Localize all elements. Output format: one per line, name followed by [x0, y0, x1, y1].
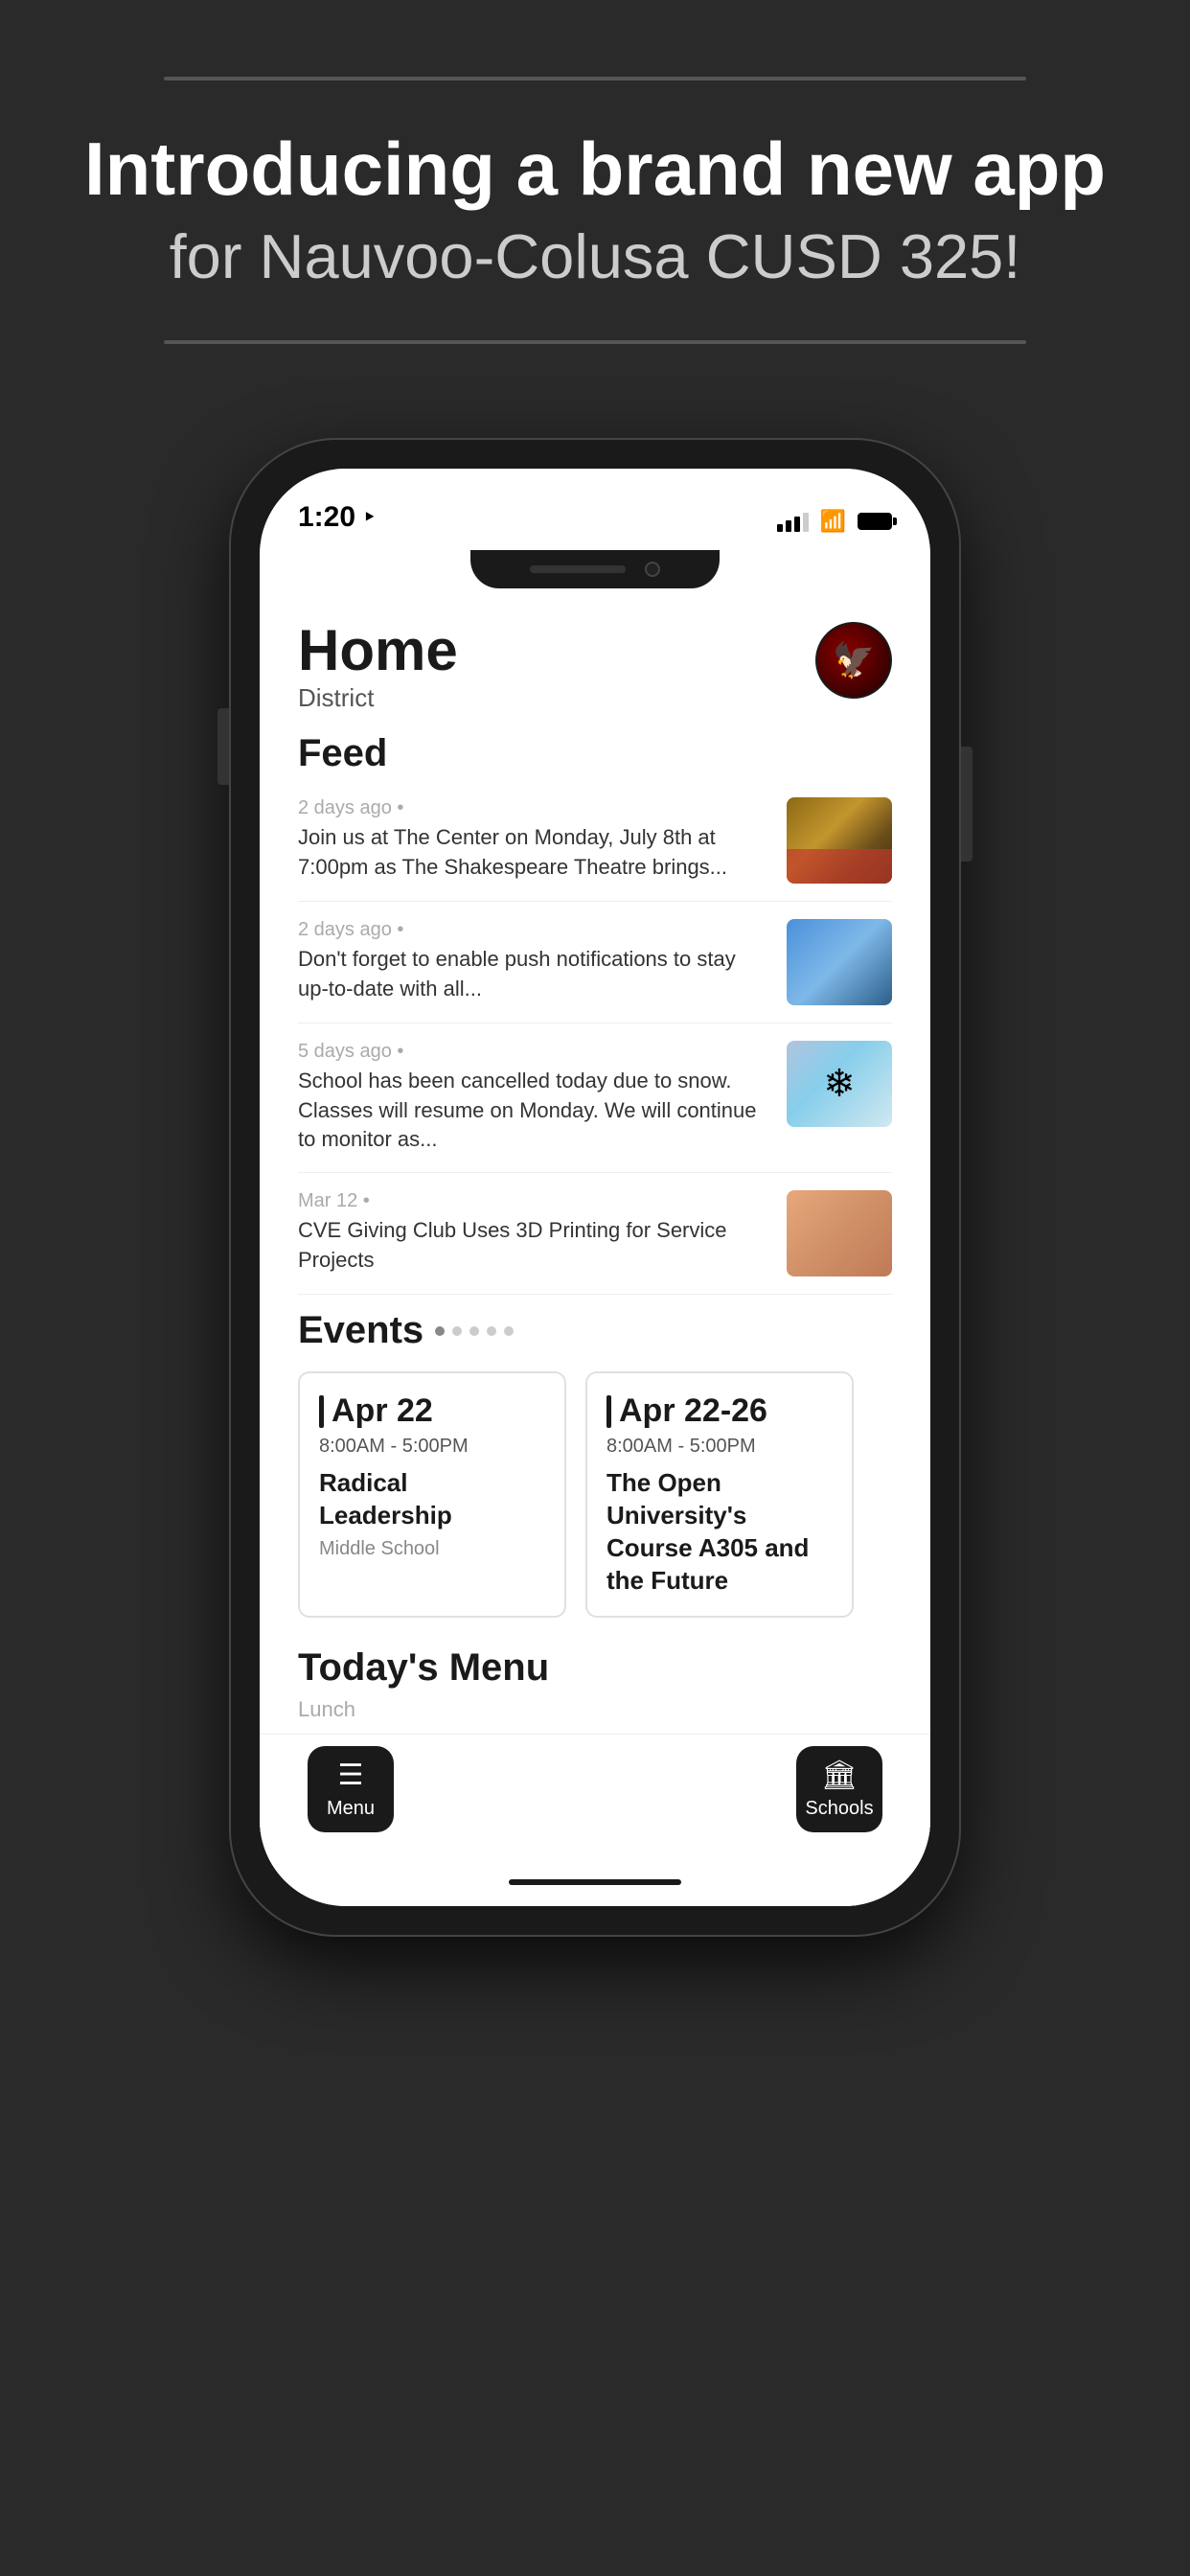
app-subtitle: District	[298, 683, 458, 713]
feed-text-3: 5 days ago • School has been cancelled t…	[298, 1041, 767, 1155]
phone-outer: 1:20 ‣ 📶	[231, 440, 959, 1935]
events-cards: Apr 22 8:00AM - 5:00PM Radical Leadershi…	[260, 1362, 930, 1637]
feed-text-1: 2 days ago • Join us at The Center on Mo…	[298, 797, 767, 883]
schools-nav-button[interactable]: 🏛 Schools	[796, 1746, 882, 1832]
avatar-image: 🦅	[817, 624, 890, 697]
event-date-bar-1	[319, 1395, 324, 1428]
app-title: Home	[298, 622, 458, 679]
signal-bar-1	[777, 524, 783, 532]
home-bar	[509, 1879, 681, 1885]
header-section: Introducing a brand new app for Nauvoo-C…	[0, 0, 1190, 382]
theatre-seats	[787, 849, 892, 884]
schools-icon: 🏛	[821, 1759, 858, 1792]
top-divider	[164, 77, 1026, 80]
avatar[interactable]: 🦅	[815, 622, 892, 699]
event-date-1: Apr 22	[319, 1392, 545, 1430]
feed-timestamp-4: Mar 12 •	[298, 1190, 767, 1212]
events-section-label: Events	[298, 1309, 423, 1352]
event-card-2[interactable]: Apr 22-26 8:00AM - 5:00PM The Open Unive…	[585, 1371, 854, 1618]
event-date-text-1: Apr 22	[332, 1392, 433, 1430]
event-date-bar-2	[606, 1395, 611, 1428]
location-arrow-icon: ‣	[363, 505, 376, 530]
feed-item-3[interactable]: 5 days ago • School has been cancelled t…	[298, 1024, 892, 1173]
time-display: 1:20	[298, 501, 355, 534]
app-content: Home District 🦅 Feed 2 days ago •	[260, 593, 930, 1906]
menu-section-label: Today's Menu	[298, 1646, 892, 1690]
bottom-divider	[164, 340, 1026, 344]
notch-speaker	[530, 565, 626, 573]
snow-image: ❄	[787, 1041, 892, 1127]
phone-image	[787, 919, 892, 1005]
status-time: 1:20 ‣	[298, 501, 376, 534]
feed-body-3: School has been cancelled today due to s…	[298, 1067, 767, 1155]
dot-4[interactable]	[487, 1326, 496, 1336]
dot-1[interactable]	[435, 1326, 445, 1336]
app-title-block: Home District	[298, 622, 458, 713]
notch-area	[260, 545, 930, 593]
nav-item-menu[interactable]: ☰ Menu	[308, 1746, 394, 1832]
wifi-icon: 📶	[820, 509, 846, 534]
feed-timestamp-1: 2 days ago •	[298, 797, 767, 819]
bottom-nav: ☰ Menu 🏛 Schools	[260, 1734, 930, 1858]
notch	[470, 550, 720, 588]
dot-5[interactable]	[504, 1326, 514, 1336]
feed-list: 2 days ago • Join us at The Center on Mo…	[260, 780, 930, 1295]
headline: Introducing a brand new app	[84, 128, 1106, 211]
menu-icon: ☰	[338, 1759, 364, 1792]
event-location-1: Middle School	[319, 1538, 545, 1560]
signal-bar-3	[794, 517, 800, 532]
feed-timestamp-3: 5 days ago •	[298, 1041, 767, 1063]
dot-3[interactable]	[469, 1326, 479, 1336]
feed-item-1[interactable]: 2 days ago • Join us at The Center on Mo…	[298, 780, 892, 902]
feed-item-4[interactable]: Mar 12 • CVE Giving Club Uses 3D Printin…	[298, 1173, 892, 1295]
art-image	[787, 1190, 892, 1276]
notch-camera	[645, 562, 660, 577]
status-bar: 1:20 ‣ 📶	[260, 469, 930, 545]
feed-thumb-1	[787, 797, 892, 884]
feed-item-2[interactable]: 2 days ago • Don't forget to enable push…	[298, 902, 892, 1024]
feed-text-2: 2 days ago • Don't forget to enable push…	[298, 919, 767, 1004]
event-date-text-2: Apr 22-26	[619, 1392, 767, 1430]
battery-icon	[858, 513, 892, 530]
signal-bar-2	[786, 520, 791, 532]
event-date-2: Apr 22-26	[606, 1392, 833, 1430]
menu-nav-label: Menu	[327, 1798, 375, 1820]
feed-body-1: Join us at The Center on Monday, July 8t…	[298, 823, 767, 883]
feed-text-4: Mar 12 • CVE Giving Club Uses 3D Printin…	[298, 1190, 767, 1276]
event-name-2: The Open University's Course A305 and th…	[606, 1467, 833, 1597]
events-header: Events	[260, 1295, 930, 1362]
signal-bar-4	[803, 513, 809, 532]
event-time-2: 8:00AM - 5:00PM	[606, 1436, 833, 1458]
feed-section-label: Feed	[260, 723, 930, 780]
phone-mockup: 1:20 ‣ 📶	[231, 440, 959, 1935]
home-indicator	[260, 1858, 930, 1906]
event-card-1[interactable]: Apr 22 8:00AM - 5:00PM Radical Leadershi…	[298, 1371, 566, 1618]
signal-icon	[777, 511, 809, 532]
subheadline: for Nauvoo-Colusa CUSD 325!	[170, 220, 1021, 292]
phone-screen: 1:20 ‣ 📶	[260, 469, 930, 1906]
nav-item-schools[interactable]: 🏛 Schools	[796, 1746, 882, 1832]
feed-body-2: Don't forget to enable push notification…	[298, 945, 767, 1004]
feed-thumb-2	[787, 919, 892, 1005]
schools-nav-label: Schools	[805, 1798, 873, 1820]
status-icons: 📶	[777, 509, 892, 534]
feed-timestamp-2: 2 days ago •	[298, 919, 767, 941]
todays-menu-section: Today's Menu Lunch	[260, 1637, 930, 1727]
events-pagination-dots	[435, 1326, 514, 1336]
menu-content: Lunch	[298, 1697, 892, 1722]
menu-nav-button[interactable]: ☰ Menu	[308, 1746, 394, 1832]
theatre-image	[787, 797, 892, 884]
feed-body-4: CVE Giving Club Uses 3D Printing for Ser…	[298, 1216, 767, 1276]
feed-thumb-3: ❄	[787, 1041, 892, 1127]
feed-thumb-4	[787, 1190, 892, 1276]
event-name-1: Radical Leadership	[319, 1467, 545, 1532]
dot-2[interactable]	[452, 1326, 462, 1336]
app-header: Home District 🦅	[260, 593, 930, 723]
event-time-1: 8:00AM - 5:00PM	[319, 1436, 545, 1458]
